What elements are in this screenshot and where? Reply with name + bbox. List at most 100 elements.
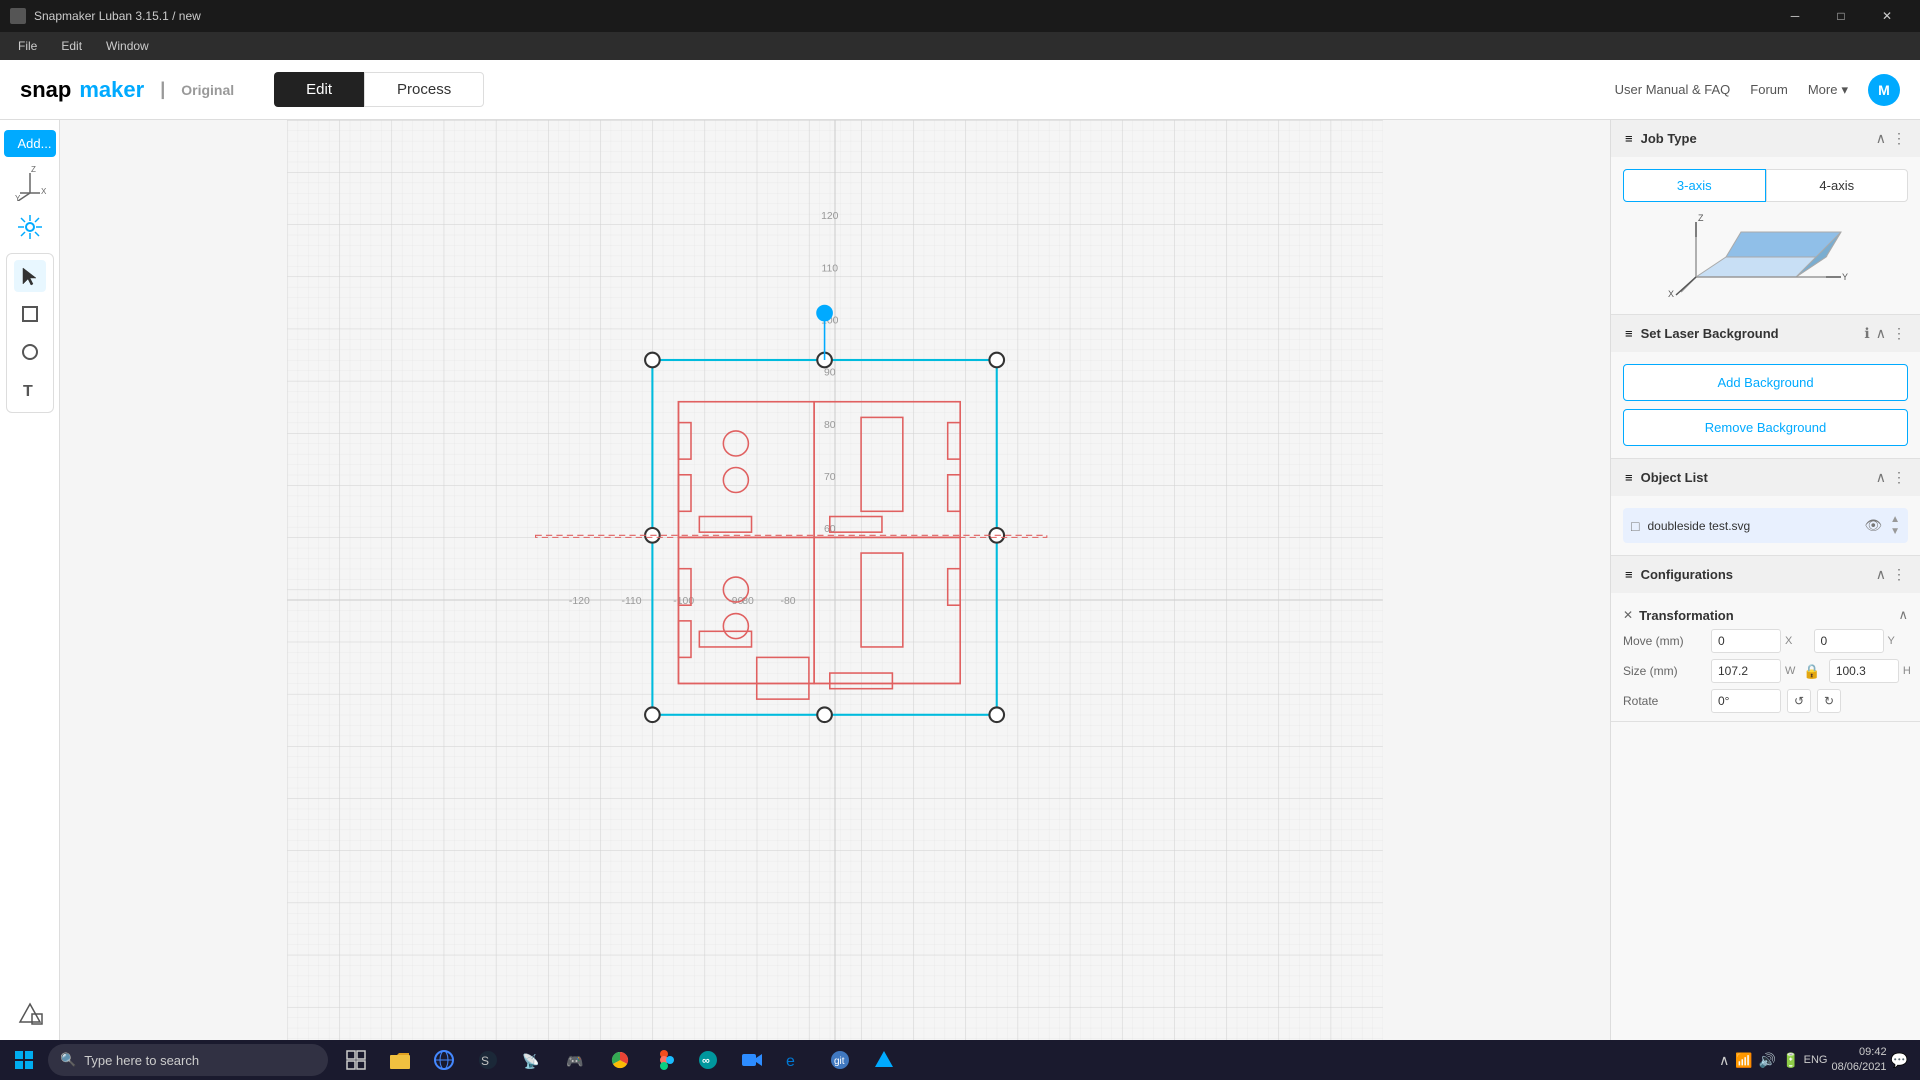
object-list-title: Object List bbox=[1641, 470, 1868, 485]
text-tool[interactable]: T bbox=[14, 374, 46, 406]
start-button[interactable] bbox=[4, 1042, 44, 1078]
collapse-icon[interactable]: ∧ bbox=[1876, 130, 1886, 147]
taskbar-search[interactable]: 🔍 Type here to search bbox=[48, 1044, 328, 1076]
scroll-up[interactable]: ▲ bbox=[1890, 514, 1900, 525]
remove-background-button[interactable]: Remove Background bbox=[1623, 409, 1908, 446]
laser-bg-header[interactable]: ≡ Set Laser Background ℹ ∧ ⋮ bbox=[1611, 315, 1920, 352]
window-controls: ─ □ ✕ bbox=[1772, 0, 1910, 32]
collapse-icon-3[interactable]: ∧ bbox=[1876, 469, 1886, 486]
move-y-input[interactable] bbox=[1814, 629, 1884, 653]
arduino-app[interactable]: ∞ bbox=[688, 1042, 728, 1078]
avatar[interactable]: M bbox=[1868, 74, 1900, 106]
info-icon[interactable]: ℹ bbox=[1864, 325, 1869, 342]
size-h-input[interactable] bbox=[1829, 659, 1899, 683]
process-button[interactable]: Process bbox=[364, 72, 484, 107]
axis-icon: Z X Y bbox=[12, 165, 48, 201]
snapmaker-app[interactable] bbox=[864, 1042, 904, 1078]
collapse-icon-4[interactable]: ∧ bbox=[1876, 566, 1886, 583]
file-explorer-app[interactable] bbox=[380, 1042, 420, 1078]
object-file-icon: □ bbox=[1631, 518, 1639, 534]
more-options-icon[interactable]: ⋮ bbox=[1892, 130, 1906, 147]
configurations-section: ≡ Configurations ∧ ⋮ ✕ Transformation ∧ … bbox=[1611, 556, 1920, 722]
rotate-value-input[interactable] bbox=[1711, 689, 1781, 713]
search-placeholder: Type here to search bbox=[84, 1053, 199, 1068]
volume-icon[interactable]: 🔊 bbox=[1759, 1052, 1776, 1069]
scroll-down[interactable]: ▼ bbox=[1890, 526, 1900, 537]
other-app-1[interactable]: 🎮 bbox=[556, 1042, 596, 1078]
edit-button[interactable]: Edit bbox=[274, 72, 364, 107]
browser-app[interactable] bbox=[424, 1042, 464, 1078]
size-input-row: Size (mm) W 🔒 H bbox=[1623, 659, 1908, 683]
menu-window[interactable]: Window bbox=[96, 37, 159, 55]
object-list-header[interactable]: ≡ Object List ∧ ⋮ bbox=[1611, 459, 1920, 496]
battery-icon[interactable]: 🔋 bbox=[1782, 1052, 1799, 1069]
minimize-button[interactable]: ─ bbox=[1772, 0, 1818, 32]
transformation-header[interactable]: ✕ Transformation ∧ bbox=[1623, 601, 1908, 629]
move-x-input-container: X bbox=[1711, 629, 1806, 653]
hamburger-icon-3: ≡ bbox=[1625, 470, 1633, 485]
transformation-title: Transformation bbox=[1639, 608, 1892, 623]
logo: snapmaker | Original bbox=[20, 77, 234, 103]
manual-link[interactable]: User Manual & FAQ bbox=[1615, 82, 1731, 97]
move-x-unit: X bbox=[1785, 635, 1792, 647]
axis-toggle: 3-axis 4-axis bbox=[1623, 169, 1908, 202]
shape-tool[interactable] bbox=[14, 998, 46, 1030]
add-button[interactable]: Add... bbox=[4, 130, 56, 157]
taskbar: 🔍 Type here to search S 📡 🎮 ∞ bbox=[0, 1040, 1920, 1080]
steam-app[interactable]: S bbox=[468, 1042, 508, 1078]
lang-indicator[interactable]: ENG bbox=[1804, 1054, 1828, 1066]
collapse-icon-2[interactable]: ∧ bbox=[1876, 325, 1886, 342]
task-view-button[interactable] bbox=[336, 1042, 376, 1078]
section-icons: ∧ ⋮ bbox=[1876, 130, 1906, 147]
chevron-down-icon: ▾ bbox=[1841, 82, 1848, 98]
lock-icon[interactable]: 🔒 bbox=[1803, 663, 1820, 680]
ellipse-tool[interactable] bbox=[14, 336, 46, 368]
network-icon[interactable]: 📶 bbox=[1735, 1052, 1752, 1069]
more-options-icon-2[interactable]: ⋮ bbox=[1892, 325, 1906, 342]
rotate-cw-button[interactable]: ↻ bbox=[1817, 689, 1841, 713]
rectangle-tool[interactable] bbox=[14, 298, 46, 330]
configurations-header[interactable]: ≡ Configurations ∧ ⋮ bbox=[1611, 556, 1920, 593]
transform-collapse-icon[interactable]: ∧ bbox=[1898, 607, 1908, 623]
more-button[interactable]: More ▾ bbox=[1808, 82, 1848, 98]
canvas-area[interactable]: 120 110 100 90 80 70 60 -120 -110 -100 -… bbox=[60, 120, 1610, 1080]
rotate-ccw-button[interactable]: ↺ bbox=[1787, 689, 1811, 713]
size-w-input-container: W bbox=[1711, 659, 1795, 683]
more-options-icon-4[interactable]: ⋮ bbox=[1892, 566, 1906, 583]
zoom-app[interactable] bbox=[732, 1042, 772, 1078]
search-icon: 🔍 bbox=[60, 1052, 76, 1068]
select-tool[interactable] bbox=[14, 260, 46, 292]
object-list-item[interactable]: □ doubleside test.svg 👁 ▲ ▼ bbox=[1623, 508, 1908, 543]
close-button[interactable]: ✕ bbox=[1864, 0, 1910, 32]
clock[interactable]: 09:42 08/06/2021 bbox=[1832, 1045, 1887, 1076]
topbar: snapmaker | Original Edit Process User M… bbox=[0, 60, 1920, 120]
job-type-header[interactable]: ≡ Job Type ∧ ⋮ bbox=[1611, 120, 1920, 157]
svg-text:-120: -120 bbox=[569, 596, 590, 607]
svg-text:Z: Z bbox=[31, 165, 36, 174]
add-background-button[interactable]: Add Background bbox=[1623, 364, 1908, 401]
svg-text:90: 90 bbox=[824, 368, 836, 379]
forum-link[interactable]: Forum bbox=[1750, 82, 1788, 97]
wireless-app[interactable]: 📡 bbox=[512, 1042, 552, 1078]
move-label: Move (mm) bbox=[1623, 634, 1703, 648]
figma-app[interactable] bbox=[644, 1042, 684, 1078]
laser-tool-icon bbox=[12, 209, 48, 245]
menu-file[interactable]: File bbox=[8, 37, 47, 55]
maximize-button[interactable]: □ bbox=[1818, 0, 1864, 32]
visibility-toggle[interactable]: 👁 bbox=[1864, 517, 1882, 534]
move-y-unit: Y bbox=[1888, 635, 1895, 647]
3-axis-button[interactable]: 3-axis bbox=[1623, 169, 1766, 202]
4-axis-button[interactable]: 4-axis bbox=[1766, 169, 1909, 202]
size-w-input[interactable] bbox=[1711, 659, 1781, 683]
svg-text:📡: 📡 bbox=[522, 1052, 540, 1070]
menu-edit[interactable]: Edit bbox=[51, 37, 92, 55]
chrome-app[interactable] bbox=[600, 1042, 640, 1078]
git-app[interactable]: git bbox=[820, 1042, 860, 1078]
notification-icon[interactable]: 💬 bbox=[1891, 1052, 1908, 1069]
tray-up-icon[interactable]: ∧ bbox=[1719, 1052, 1729, 1069]
more-options-icon-3[interactable]: ⋮ bbox=[1892, 469, 1906, 486]
edge-app[interactable]: e bbox=[776, 1042, 816, 1078]
right-panel: ≡ Job Type ∧ ⋮ 3-axis 4-axis bbox=[1610, 120, 1920, 1080]
laser-bg-body: Add Background Remove Background bbox=[1611, 352, 1920, 458]
move-x-input[interactable] bbox=[1711, 629, 1781, 653]
